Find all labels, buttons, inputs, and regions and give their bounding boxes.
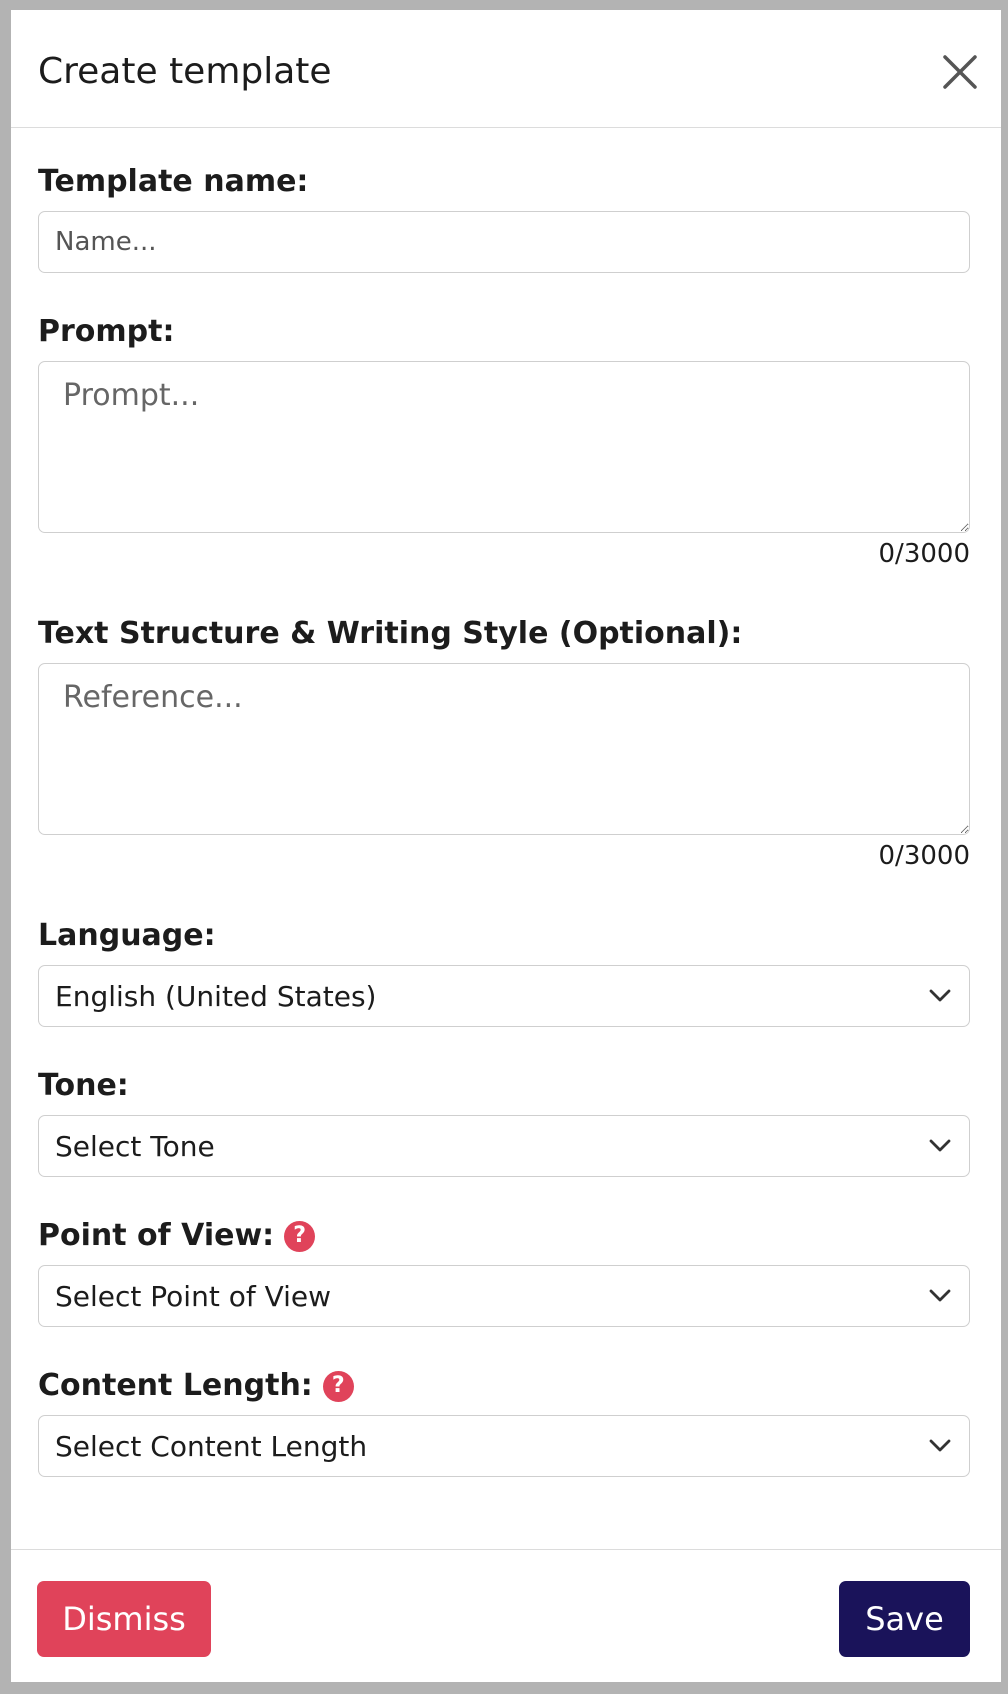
reference-label: Text Structure & Writing Style (Optional…: [38, 616, 743, 651]
template-name-input[interactable]: [38, 211, 970, 273]
chevron-down-icon: [929, 989, 951, 1002]
point-of-view-select-value: Select Point of View: [55, 1279, 332, 1313]
template-name-label: Template name:: [38, 164, 309, 199]
dismiss-button[interactable]: Dismiss: [37, 1581, 211, 1657]
chevron-down-icon: [929, 1139, 951, 1152]
content-length-select-value: Select Content Length: [55, 1429, 368, 1463]
point-of-view-label: Point of View: ?: [38, 1218, 316, 1254]
tone-select[interactable]: Select Tone: [38, 1115, 970, 1177]
modal-title: Create template: [38, 51, 332, 92]
point-of-view-select[interactable]: Select Point of View: [38, 1265, 970, 1327]
chevron-down-icon: [929, 1289, 951, 1302]
tone-select-value: Select Tone: [55, 1129, 215, 1163]
prompt-label: Prompt:: [38, 314, 175, 349]
point-of-view-label-text: Point of View:: [38, 1218, 275, 1253]
language-select[interactable]: English (United States): [38, 965, 970, 1027]
close-icon: [943, 55, 977, 89]
reference-textarea[interactable]: [38, 663, 970, 835]
content-length-select[interactable]: Select Content Length: [38, 1415, 970, 1477]
reference-char-counter: 0/3000: [878, 841, 970, 871]
question-circle-icon[interactable]: ?: [284, 1220, 316, 1252]
prompt-char-counter: 0/3000: [878, 539, 970, 569]
prompt-textarea[interactable]: [38, 361, 970, 533]
modal-header: Create template: [11, 10, 1001, 128]
content-length-label-text: Content Length:: [38, 1368, 313, 1403]
modal-footer: Dismiss Save: [11, 1549, 1001, 1682]
language-label: Language:: [38, 918, 216, 953]
save-button[interactable]: Save: [839, 1581, 970, 1657]
create-template-modal: Create template Template name: Prompt: 0…: [11, 10, 1001, 1682]
tone-label: Tone:: [38, 1068, 129, 1103]
chevron-down-icon: [929, 1439, 951, 1452]
question-circle-icon[interactable]: ?: [322, 1370, 354, 1402]
close-button[interactable]: [935, 47, 985, 97]
template-name-group: Template name:: [38, 164, 308, 200]
content-length-label: Content Length: ?: [38, 1368, 354, 1404]
language-select-value: English (United States): [55, 979, 377, 1013]
